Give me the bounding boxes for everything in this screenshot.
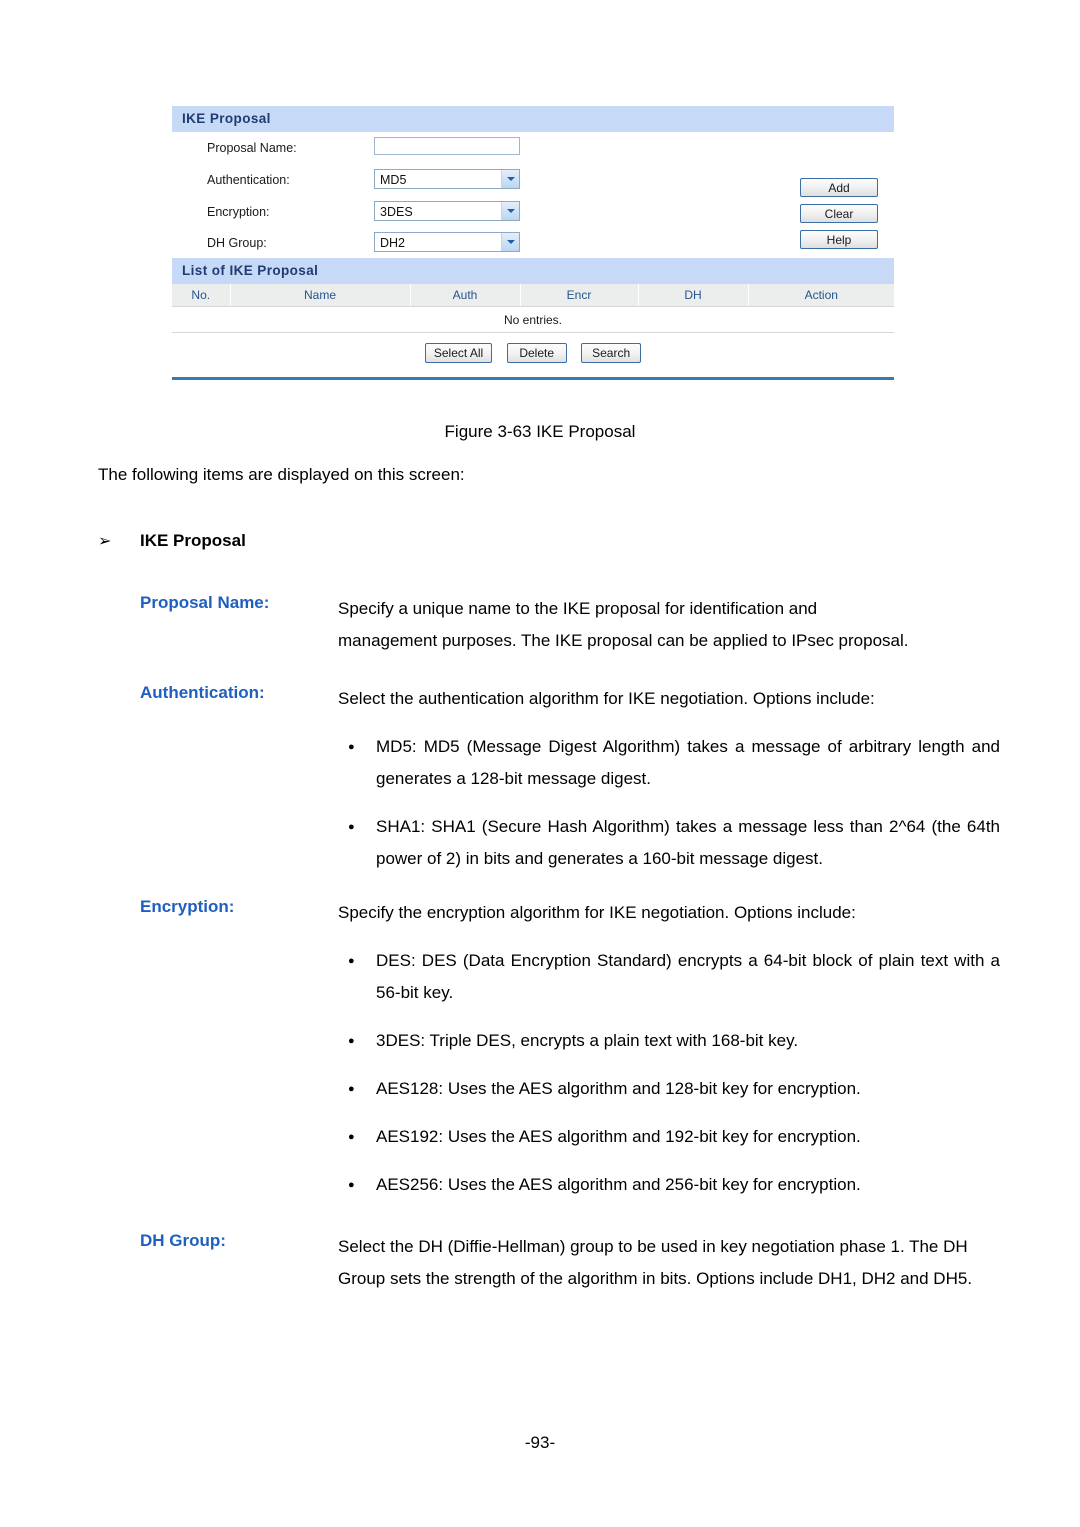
panel-header-list-of-ike-proposal: List of IKE Proposal [172, 258, 894, 284]
dh-group-select[interactable]: DH2 [374, 232, 520, 252]
chevron-down-icon[interactable] [501, 202, 519, 220]
definition-description: Select the authentication algorithm for … [338, 683, 1000, 715]
definition-description: Specify a unique name to the IKE proposa… [338, 593, 1000, 657]
ike-proposal-list: No. Name Auth Encr DH Action No entries.… [172, 284, 894, 380]
definition-term: Proposal Name: [140, 593, 270, 612]
intro-paragraph: The following items are displayed on thi… [98, 465, 465, 484]
ike-proposal-table: No. Name Auth Encr DH Action No entries. [172, 284, 894, 333]
form-row-dh-group: DH Group: DH2 [172, 229, 894, 261]
empty-state-text: No entries. [172, 306, 894, 333]
column-header-action: Action [748, 284, 894, 307]
form-row-encryption: Encryption: 3DES [172, 198, 894, 230]
list-item: DES: DES (Data Encryption Standard) encr… [338, 945, 1000, 1009]
authentication-select[interactable]: MD5 [374, 169, 520, 189]
definition-dh-group: DH Group: Select the DH (Diffie-Hellman)… [0, 1231, 1080, 1295]
label-encryption: Encryption: [207, 205, 270, 219]
proposal-name-input[interactable] [374, 137, 520, 155]
figure-caption: Figure 3-63 IKE Proposal [444, 422, 636, 441]
encryption-select-value: 3DES [380, 205, 413, 219]
authentication-select-value: MD5 [380, 173, 407, 187]
definition-paragraph: Specify a unique name to the IKE proposa… [338, 599, 818, 618]
column-header-dh: DH [638, 284, 749, 307]
column-header-name: Name [230, 284, 411, 307]
form-row-proposal-name: Proposal Name: [172, 134, 894, 166]
list-item: AES128: Uses the AES algorithm and 128-b… [338, 1073, 1000, 1105]
chevron-down-icon[interactable] [501, 170, 519, 188]
ike-proposal-screenshot: IKE Proposal Proposal Name: Authenticati… [172, 106, 894, 380]
arrow-bullet-icon: ➢ [98, 533, 112, 550]
table-header-row: No. Name Auth Encr DH Action [172, 284, 894, 307]
section-heading-ike-proposal: ➢ IKE Proposal [98, 531, 246, 551]
column-header-no: No. [172, 284, 231, 307]
select-all-button[interactable]: Select All [424, 343, 493, 363]
list-item: SHA1: SHA1 (Secure Hash Algorithm) takes… [338, 811, 1000, 875]
search-button[interactable]: Search [581, 343, 642, 363]
label-dh-group: DH Group: [207, 236, 267, 250]
option-bullet-list: DES: DES (Data Encryption Standard) encr… [338, 945, 1000, 1201]
definition-authentication: Authentication: Select the authenticatio… [0, 683, 1080, 875]
list-action-buttons: Select All Delete Search [172, 333, 894, 375]
definition-proposal-name: Proposal Name: Specify a unique name to … [0, 593, 1080, 657]
column-header-auth: Auth [410, 284, 521, 307]
section-heading-label: IKE Proposal [140, 531, 246, 550]
form-action-buttons: Add Clear Help [800, 178, 880, 256]
definition-encryption: Encryption: Specify the encryption algor… [0, 897, 1080, 1201]
add-button[interactable]: Add [800, 178, 878, 197]
clear-button[interactable]: Clear [800, 204, 878, 223]
definition-paragraph: Select the DH (Diffie-Hellman) group to … [338, 1237, 973, 1288]
list-item: MD5: MD5 (Message Digest Algorithm) take… [338, 731, 1000, 795]
list-item: AES192: Uses the AES algorithm and 192-b… [338, 1121, 1000, 1153]
column-header-encr: Encr [520, 284, 639, 307]
definition-paragraph: Specify the encryption algorithm for IKE… [338, 903, 856, 922]
chevron-down-icon[interactable] [501, 233, 519, 251]
bottom-divider [172, 377, 894, 380]
ike-proposal-form: Proposal Name: Authentication: MD5 Encry… [172, 132, 894, 258]
definition-term: DH Group: [140, 1231, 226, 1250]
definition-description: Specify the encryption algorithm for IKE… [338, 897, 1000, 929]
definition-term: Authentication: [140, 683, 265, 702]
panel-header-ike-proposal: IKE Proposal [172, 106, 894, 132]
encryption-select[interactable]: 3DES [374, 201, 520, 221]
page-number: -93- [524, 1433, 556, 1452]
label-proposal-name: Proposal Name: [207, 141, 297, 155]
list-item: AES256: Uses the AES algorithm and 256-b… [338, 1169, 1000, 1201]
label-authentication: Authentication: [207, 173, 290, 187]
form-row-authentication: Authentication: MD5 [172, 166, 894, 198]
list-item: 3DES: Triple DES, encrypts a plain text … [338, 1025, 1000, 1057]
definition-term: Encryption: [140, 897, 235, 916]
option-bullet-list: MD5: MD5 (Message Digest Algorithm) take… [338, 731, 1000, 875]
dh-group-select-value: DH2 [380, 236, 406, 250]
help-button[interactable]: Help [800, 230, 878, 249]
definition-description: Select the DH (Diffie-Hellman) group to … [338, 1231, 1000, 1295]
table-row-empty: No entries. [172, 306, 894, 333]
definition-list: Proposal Name: Specify a unique name to … [0, 593, 1080, 1321]
delete-button[interactable]: Delete [506, 343, 567, 363]
definition-paragraph: Select the authentication algorithm for … [338, 689, 875, 708]
definition-paragraph: management purposes. The IKE proposal ca… [338, 631, 909, 650]
